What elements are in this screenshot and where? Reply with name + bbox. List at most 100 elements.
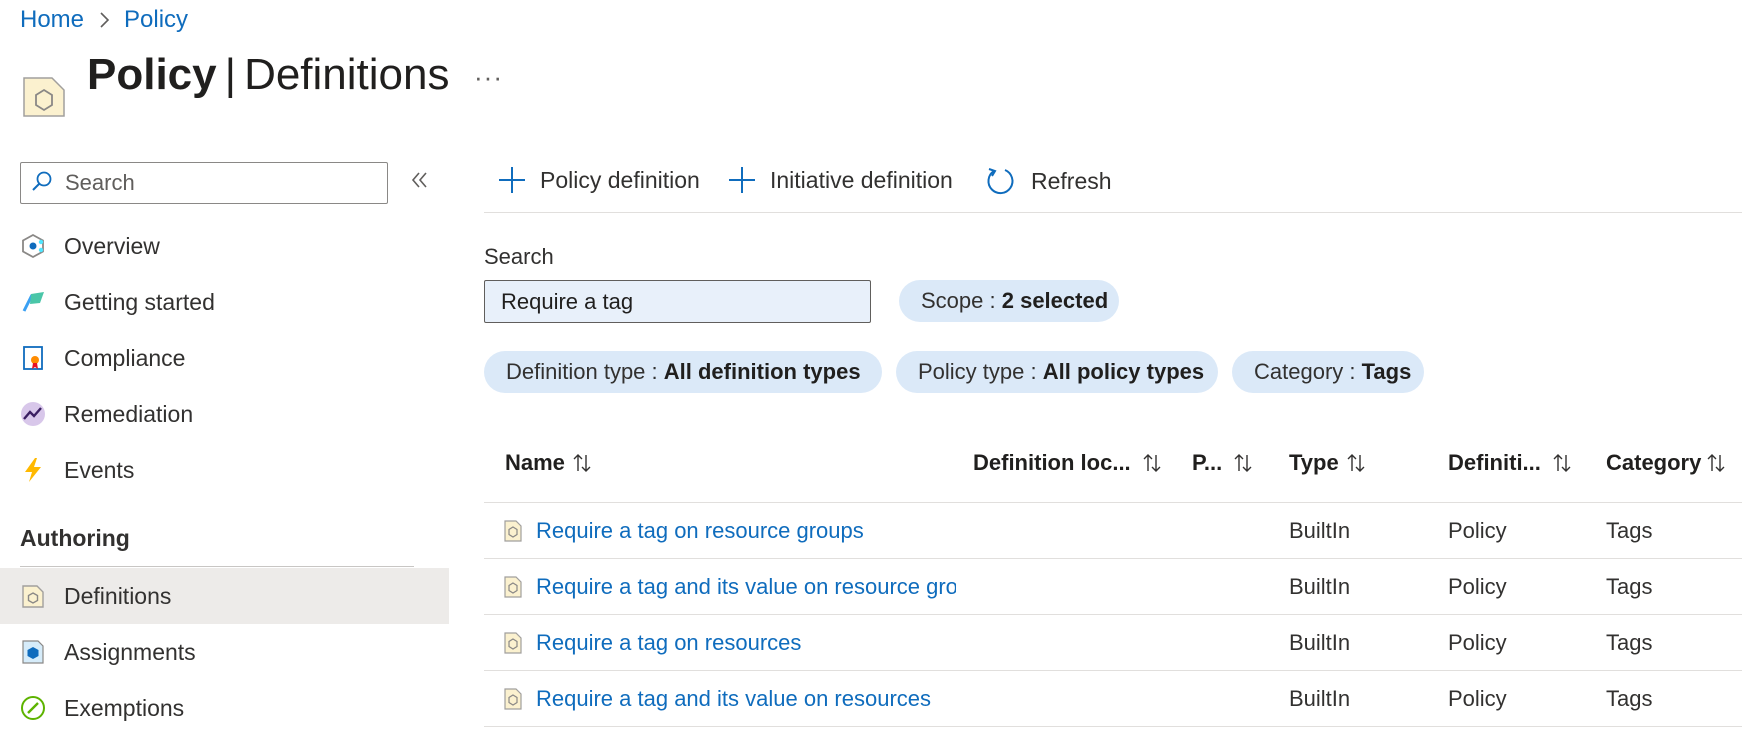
- definition-search-input[interactable]: [499, 287, 859, 316]
- nav-item-getting-started[interactable]: Getting started: [0, 274, 449, 330]
- nav-section-authoring: Authoring: [20, 525, 130, 551]
- nav-item-label: Compliance: [64, 344, 186, 371]
- lightning-icon: [20, 457, 46, 483]
- column-header-definition-type[interactable]: Definiti...: [1448, 450, 1571, 476]
- definition-type-cell: Policy: [1448, 686, 1507, 711]
- name-cell: Require a tag on resource groups: [504, 503, 956, 559]
- category-filter-label: Category :: [1254, 359, 1356, 384]
- nav-item-compliance[interactable]: Compliance: [0, 330, 449, 386]
- category-filter-value: Tags: [1361, 359, 1412, 384]
- policy-document-icon: [504, 688, 522, 710]
- column-header-name[interactable]: Name: [505, 450, 591, 476]
- overview-icon: [20, 233, 46, 259]
- assignments-icon: [20, 639, 46, 665]
- sort-icon: [1234, 453, 1252, 473]
- new-policy-definition-button[interactable]: Policy definition: [498, 166, 700, 194]
- add-icon: [498, 166, 526, 194]
- nav-item-assignments[interactable]: Assignments: [0, 624, 449, 680]
- breadcrumb-policy-link[interactable]: Policy: [124, 6, 188, 34]
- sort-icon: [1707, 453, 1725, 473]
- table-row[interactable]: Require a tag and its value on resource …: [484, 559, 1742, 615]
- search-label: Search: [484, 244, 554, 269]
- name-cell: Require a tag on resources: [504, 615, 956, 671]
- column-header-label: Type: [1289, 450, 1339, 475]
- policy-document-icon: [504, 520, 522, 542]
- definition-type-cell: Policy: [1448, 518, 1507, 543]
- type-cell: BuiltIn: [1289, 574, 1351, 599]
- policy-type-filter-value: All policy types: [1042, 359, 1205, 384]
- nav-item-label: Assignments: [64, 638, 196, 665]
- refresh-icon: [985, 166, 1015, 196]
- column-header-label: Name: [505, 450, 565, 475]
- name-cell: Require a tag and its value on resources: [504, 671, 956, 727]
- definition-type-filter-value: All definition types: [663, 359, 861, 384]
- remediation-icon: [20, 401, 46, 427]
- definition-link[interactable]: Require a tag on resource groups: [536, 518, 864, 544]
- nav-item-remediation[interactable]: Remediation: [0, 386, 449, 442]
- policy-definition-label: Policy definition: [540, 166, 700, 193]
- definitions-icon: [20, 583, 46, 609]
- scope-filter-label: Scope :: [921, 288, 996, 313]
- exemptions-icon: [20, 695, 46, 721]
- nav-search-input[interactable]: [63, 169, 363, 197]
- collapse-nav-button[interactable]: [410, 166, 430, 198]
- type-cell: BuiltIn: [1289, 630, 1351, 655]
- policy-type-filter-pill[interactable]: Policy type : All policy types: [896, 351, 1218, 393]
- column-header-label: Definition loc...: [973, 450, 1131, 475]
- type-cell: BuiltIn: [1289, 686, 1351, 711]
- category-cell: Tags: [1606, 574, 1653, 599]
- policy-type-filter-label: Policy type :: [918, 359, 1037, 384]
- table-row[interactable]: Require a tag on resource groups BuiltIn…: [484, 503, 1742, 559]
- table-row[interactable]: Require a tag on resources BuiltIn Polic…: [484, 615, 1742, 671]
- column-header-label: Definiti...: [1448, 450, 1541, 475]
- definition-search-box[interactable]: [484, 280, 871, 323]
- nav-item-label: Remediation: [64, 400, 194, 427]
- refresh-button[interactable]: Refresh: [985, 166, 1112, 196]
- scope-filter-value: 2 selected: [1001, 288, 1109, 313]
- definition-link[interactable]: Require a tag on resources: [536, 630, 801, 656]
- page-title-separator: |: [224, 50, 237, 99]
- sort-icon: [1347, 453, 1365, 473]
- category-filter-pill[interactable]: Category : Tags: [1232, 351, 1424, 393]
- category-cell: Tags: [1606, 686, 1653, 711]
- column-header-category[interactable]: Category: [1606, 450, 1725, 476]
- definition-type-cell: Policy: [1448, 574, 1507, 599]
- page-header: [22, 52, 66, 118]
- section-divider: [20, 566, 414, 567]
- column-header-definition-location[interactable]: Definition loc...: [973, 450, 1161, 476]
- table-row[interactable]: Require a tag and its value on resources…: [484, 671, 1742, 727]
- column-header-label: P...: [1192, 450, 1223, 475]
- page-title: Policy | Definitions: [87, 50, 450, 100]
- column-header-policies[interactable]: P...: [1192, 450, 1252, 476]
- definition-type-filter-pill[interactable]: Definition type : All definition types: [484, 351, 882, 393]
- nav-item-label: Exemptions: [64, 694, 185, 721]
- nav-item-overview[interactable]: Overview: [0, 218, 449, 274]
- definition-link[interactable]: Require a tag and its value on resources: [536, 686, 931, 712]
- type-cell: BuiltIn: [1289, 518, 1351, 543]
- new-initiative-definition-button[interactable]: Initiative definition: [728, 166, 953, 194]
- sort-icon: [1553, 453, 1571, 473]
- name-cell: Require a tag and its value on resource …: [504, 559, 956, 615]
- nav-search-box[interactable]: [20, 162, 388, 204]
- nav-item-label: Getting started: [64, 288, 215, 315]
- scope-filter-pill[interactable]: Scope : 2 selected: [899, 280, 1119, 322]
- category-cell: Tags: [1606, 518, 1653, 543]
- column-header-label: Category: [1606, 450, 1702, 475]
- nav-item-events[interactable]: Events: [0, 442, 449, 498]
- getting-started-icon: [20, 289, 46, 315]
- definition-type-cell: Policy: [1448, 630, 1507, 655]
- initiative-definition-label: Initiative definition: [770, 166, 953, 193]
- breadcrumb-home-link[interactable]: Home: [20, 6, 84, 34]
- policy-document-icon: [504, 576, 522, 598]
- command-bar-divider: [484, 212, 1742, 213]
- page-title-secondary: Definitions: [244, 50, 450, 99]
- add-icon: [728, 166, 756, 194]
- column-header-type[interactable]: Type: [1289, 450, 1365, 476]
- policy-document-icon: [504, 632, 522, 654]
- sort-icon: [573, 453, 591, 473]
- nav-item-label: Overview: [64, 232, 160, 259]
- nav-item-definitions[interactable]: Definitions: [0, 568, 449, 624]
- definition-link[interactable]: Require a tag and its value on resource …: [536, 574, 956, 600]
- nav-item-exemptions[interactable]: Exemptions: [0, 680, 449, 736]
- more-options-button[interactable]: ···: [474, 62, 503, 93]
